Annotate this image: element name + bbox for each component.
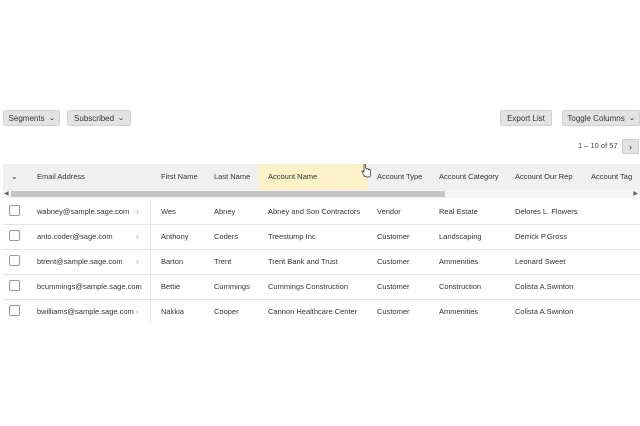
scrollbar-thumb[interactable]	[11, 191, 445, 197]
export-list-label: Export List	[507, 113, 545, 123]
column-header-first-name[interactable]: First Name	[161, 164, 198, 190]
contacts-table: ⌄ Email Address First Name Last Name Acc…	[3, 164, 640, 324]
column-divider	[150, 299, 151, 324]
pagination-status: 1 – 10 of 57	[578, 141, 618, 150]
last-name-cell: Coders	[214, 232, 239, 241]
email-cell[interactable]: bcummings@sample.sage.com	[37, 274, 142, 299]
row-expand-chevron-icon[interactable]: ›	[136, 224, 139, 249]
column-header-account-category[interactable]: Account Category	[439, 164, 499, 190]
column-header-email[interactable]: Email Address	[37, 164, 85, 190]
email-cell[interactable]: btrent@sample.sage.com	[37, 249, 123, 274]
account-name-cell: Cummings Construction	[268, 282, 349, 291]
last-name-cell: Cooper	[214, 307, 239, 316]
table-row[interactable]: bcummings@sample.sage.com Bettie Cummings C…	[3, 274, 640, 300]
table-row[interactable]: bwilliams@sample.sage.com Nakkia Cooper Can…	[3, 299, 640, 324]
last-name-cell: Trent	[214, 257, 232, 266]
account-category-cell: Ammenities	[439, 257, 479, 266]
row-checkbox[interactable]	[9, 255, 20, 266]
account-name-cell: Trent Bank and Trust	[268, 257, 338, 266]
export-list-button[interactable]: Export List	[500, 110, 552, 126]
toggle-columns-dropdown[interactable]: Toggle Columns ⌄	[562, 110, 640, 126]
subscribed-label: Subscribed	[74, 113, 115, 123]
account-rep-cell: Leonard Sweet	[515, 257, 566, 266]
horizontal-scrollbar[interactable]: ◀ ▶	[3, 190, 640, 198]
first-name-cell: Nakkia	[161, 307, 184, 316]
next-page-button[interactable]: ›	[622, 139, 639, 154]
chevron-right-icon: ›	[629, 141, 632, 152]
segments-label: Segments	[8, 113, 45, 123]
column-header-account-our-rep[interactable]: Account Our Rep	[515, 164, 573, 190]
row-checkbox[interactable]	[9, 230, 20, 241]
account-type-cell: Customer	[377, 257, 410, 266]
account-name-cell: Abney and Son Contractors	[268, 207, 361, 216]
row-expand-chevron-icon[interactable]: ›	[136, 299, 139, 324]
row-expand-chevron-icon[interactable]: ›	[136, 249, 139, 274]
column-divider	[150, 249, 151, 274]
account-type-cell: Customer	[377, 232, 410, 241]
account-category-cell: Ammenities	[439, 307, 479, 316]
row-checkbox[interactable]	[9, 205, 20, 216]
account-name-cell: Cannon Healthcare Center	[268, 307, 358, 316]
first-name-cell: Wes	[161, 207, 176, 216]
account-rep-cell: Colista A.Swinton	[515, 282, 574, 291]
row-checkbox[interactable]	[9, 280, 20, 291]
hand-cursor-icon	[361, 164, 371, 178]
account-name-cell: Treestump Inc	[268, 232, 316, 241]
table-row[interactable]: btrent@sample.sage.com Barton Trent Trent B…	[3, 249, 640, 275]
account-type-cell: Vendor	[377, 207, 401, 216]
account-rep-cell: Colista A.Swinton	[515, 307, 574, 316]
chevron-down-icon: ⌄	[117, 115, 125, 122]
column-divider	[150, 224, 151, 249]
first-name-cell: Anthony	[161, 232, 189, 241]
column-divider	[150, 274, 151, 299]
row-expand-chevron-icon[interactable]: ›	[136, 199, 139, 224]
column-header-last-name[interactable]: Last Name	[214, 164, 250, 190]
scroll-right-icon[interactable]: ▶	[633, 190, 638, 198]
toggle-columns-label: Toggle Columns	[567, 113, 625, 123]
account-rep-cell: Delores L. Flowers	[515, 207, 578, 216]
last-name-cell: Cummings	[214, 282, 250, 291]
table-row[interactable]: wabney@sample.sage.com Wes Abney Abney and …	[3, 199, 640, 225]
last-name-cell: Abney	[214, 207, 236, 216]
table-row[interactable]: anto.coder@sage.com Anthony Coders Treestum…	[3, 224, 640, 250]
account-category-cell: Real Estate	[439, 207, 478, 216]
email-cell[interactable]: bwilliams@sample.sage.com	[37, 299, 134, 324]
chevron-down-icon: ⌄	[627, 115, 636, 122]
account-rep-cell: Derrick P.Gross	[515, 232, 567, 241]
column-header-account-tag[interactable]: Account Tag	[591, 164, 632, 190]
account-category-cell: Construction	[439, 282, 482, 291]
account-type-cell: Customer	[377, 307, 410, 316]
column-divider	[150, 199, 151, 224]
table-header: ⌄ Email Address First Name Last Name Acc…	[3, 164, 640, 191]
account-type-cell: Customer	[377, 282, 410, 291]
chevron-down-icon: ⌄	[47, 115, 56, 122]
select-all-chevron-icon[interactable]: ⌄	[11, 164, 18, 190]
column-header-account-type[interactable]: Account Type	[377, 164, 422, 190]
first-name-cell: Bettie	[161, 282, 181, 291]
email-cell[interactable]: anto.coder@sage.com	[37, 224, 113, 249]
account-category-cell: Landscaping	[439, 232, 482, 241]
segments-dropdown[interactable]: Segments ⌄	[3, 110, 60, 126]
email-cell[interactable]: wabney@sample.sage.com	[37, 199, 129, 224]
row-expand-chevron-icon[interactable]: ›	[136, 274, 139, 299]
first-name-cell: Barton	[161, 257, 184, 266]
column-header-account-name[interactable]: Account Name	[268, 164, 317, 190]
subscribed-dropdown[interactable]: Subscribed ⌄	[67, 110, 131, 126]
scroll-left-icon[interactable]: ◀	[4, 190, 9, 198]
row-checkbox[interactable]	[9, 305, 20, 316]
